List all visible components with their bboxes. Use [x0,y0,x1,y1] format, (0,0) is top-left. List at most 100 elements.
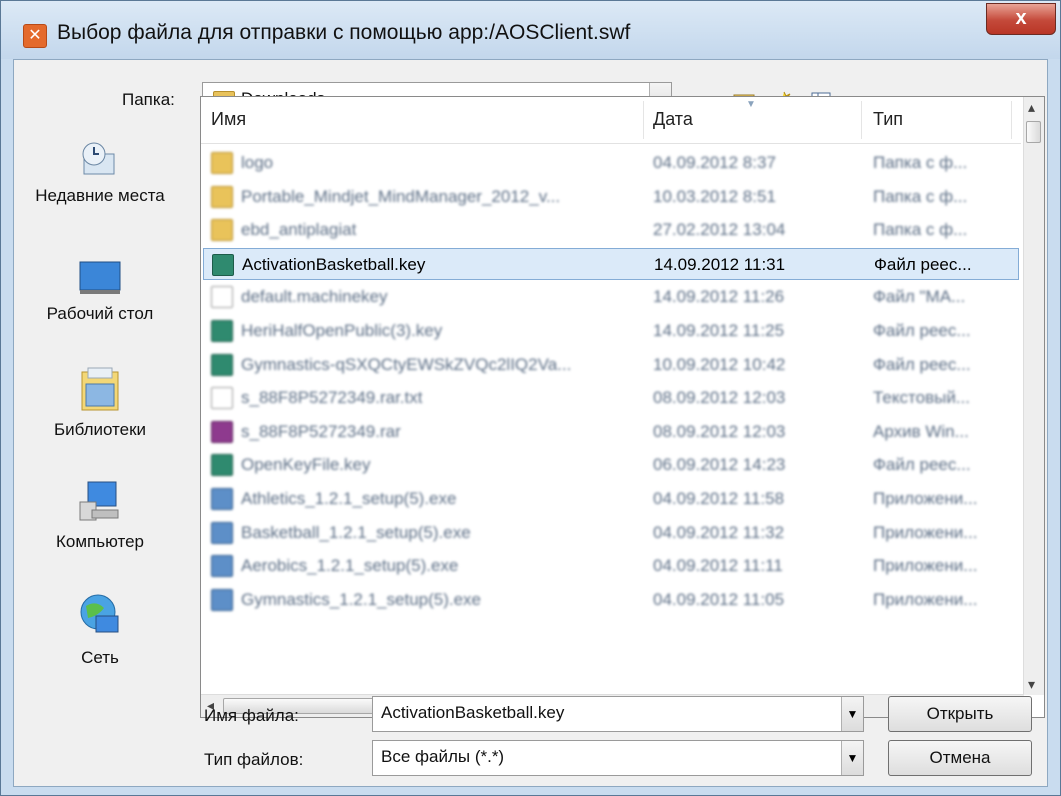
places-bar: Недавние места Рабочий стол Библиотеки К… [14,96,186,716]
file-date: 06.09.2012 14:23 [653,455,786,475]
file-row[interactable]: HeriHalfOpenPublic(3).key 14.09.2012 11:2… [203,315,1019,347]
folder-file-icon [211,219,233,242]
dialog-client: Папка: Downloads ▼ ⇐ Недавние места [13,59,1048,787]
file-name: Portable_Mindjet_MindManager_2012_v... [241,186,561,206]
file-name: logo [241,153,274,172]
file-date: 14.09.2012 11:31 [654,254,786,274]
vertical-scroll-thumb[interactable] [1026,121,1041,143]
file-name: OpenKeyFile.key [241,455,371,475]
cancel-button[interactable]: Отмена [888,740,1032,776]
file-list: Имя ▼ Дата Тип logo 04.09.2012 8:37 Папка … [200,96,1045,718]
file-row[interactable]: Portable_Mindjet_MindManager_2012_v... 10… [203,181,1019,213]
close-button[interactable]: x [986,3,1056,35]
scroll-down-icon[interactable]: ▾ [1028,676,1035,693]
column-separator[interactable] [643,101,644,139]
file-date: 04.09.2012 8:37 [653,153,776,172]
place-label: Недавние места [35,186,165,205]
exe-file-icon [211,588,233,611]
folder-file-icon [211,185,233,208]
place-label: Сеть [81,648,119,667]
file-date: 14.09.2012 11:26 [653,287,785,307]
reg-file-icon [211,353,233,376]
file-date: 04.09.2012 11:32 [653,522,785,542]
file-type: Текстовый... [873,388,970,408]
filetype-select[interactable]: Все файлы (*.*) ▼ [372,740,864,776]
file-row[interactable]: logo 04.09.2012 8:37 Папка с ф... [203,147,1019,179]
file-row[interactable]: ebd_antiplagiat 27.02.2012 13:04 Папка с ф… [203,214,1019,246]
file-name: Aerobics_1.2.1_setup(5).exe [241,556,459,576]
open-button[interactable]: Открыть [888,696,1032,732]
file-date: 04.09.2012 11:11 [653,556,783,576]
chevron-down-icon[interactable]: ▼ [841,741,863,775]
scroll-up-icon[interactable]: ▴ [1028,99,1035,116]
file-date: 27.02.2012 13:04 [653,220,786,240]
file-row[interactable]: Aerobics_1.2.1_setup(5).exe 04.09.2012 11… [203,550,1019,582]
file-type: Архив Win... [873,421,969,441]
column-name[interactable]: Имя [211,109,246,130]
file-type: Приложени... [873,556,978,576]
place-libraries[interactable]: Библиотеки [14,366,186,440]
file-type: Файл "MA... [873,287,966,307]
file-type: Папка с ф... [873,153,968,172]
file-row[interactable]: default.machinekey 14.09.2012 11:26 Файл "… [203,281,1019,313]
doc-file-icon [211,286,233,309]
filetype-label: Тип файлов: [204,750,304,769]
exe-file-icon [211,555,233,578]
reg-file-icon [211,454,233,477]
doc-file-icon [211,387,233,410]
column-date[interactable]: Дата [653,109,693,130]
window-title: Выбор файла для отправки с помощью app:/… [57,21,631,44]
place-desktop[interactable]: Рабочий стол [14,258,186,324]
column-separator[interactable] [861,101,862,139]
file-name: HeriHalfOpenPublic(3).key [241,321,443,340]
file-row[interactable]: Gymnastics-qSXQCtyEWSkZVQc2lIQ2Va... 10.0… [203,349,1019,381]
recent-places-icon [78,140,122,180]
file-name: Basketball_1.2.1_setup(5).exe [241,522,471,542]
filename-value: ActivationBasketball.key [381,703,565,722]
file-date: 10.09.2012 10:42 [653,354,786,374]
file-row[interactable]: s_88F8P5272349.rar 08.09.2012 12:03 Архив … [203,416,1019,448]
place-label: Компьютер [56,532,144,551]
column-separator[interactable] [1011,101,1012,139]
file-row[interactable]: Gymnastics_1.2.1_setup(5).exe 04.09.2012 … [203,584,1019,616]
place-label: Рабочий стол [46,304,154,323]
desktop-icon [78,258,122,298]
place-label: Библиотеки [53,420,147,439]
sort-arrow-icon: ▼ [746,99,756,110]
place-recent[interactable]: Недавние места [14,140,186,206]
chevron-down-icon[interactable]: ▼ [841,697,863,731]
file-name: Gymnastics-qSXQCtyEWSkZVQc2lIQ2Va... [241,354,572,374]
file-row[interactable]: OpenKeyFile.key 06.09.2012 14:23 Файл реес… [203,449,1019,481]
file-row[interactable]: ActivationBasketball.key 14.09.2012 11:31… [203,247,1019,280]
filetype-value: Все файлы (*.*) [381,747,505,766]
column-type[interactable]: Тип [873,109,903,130]
filename-label: Имя файла: [204,706,299,725]
reg-file-icon [212,253,234,276]
file-type: Папка с ф... [873,186,968,206]
reg-file-icon [211,320,233,342]
file-row[interactable]: Basketball_1.2.1_setup(5).exe 04.09.2012 … [203,517,1019,549]
file-type: Файл реес... [873,354,971,374]
place-computer[interactable]: Компьютер [14,478,186,552]
file-row[interactable]: s_88F8P5272349.rar.txt 08.09.2012 12:03 Те… [203,382,1019,414]
libraries-icon [78,366,122,414]
file-type: Файл реес... [873,455,971,475]
folder-file-icon [211,152,233,174]
place-network[interactable]: Сеть [14,590,186,668]
file-date: 04.09.2012 11:05 [653,589,785,609]
file-type: Файл реес... [874,254,972,274]
file-row[interactable]: Athletics_1.2.1_setup(5).exe 04.09.2012 1… [203,483,1019,515]
file-name: default.machinekey [241,287,388,307]
filename-input[interactable]: ActivationBasketball.key ▼ [372,696,864,732]
exe-file-icon [211,521,233,544]
vertical-scrollbar[interactable]: ▴ ▾ [1023,97,1044,695]
file-type: Папка с ф... [873,220,968,240]
file-name: Gymnastics_1.2.1_setup(5).exe [241,589,482,609]
file-name: Athletics_1.2.1_setup(5).exe [241,489,457,508]
file-date: 08.09.2012 12:03 [653,388,786,408]
file-date: 04.09.2012 11:58 [653,489,785,508]
file-type: Приложени... [873,589,978,609]
title-bar: ✕ Выбор файла для отправки с помощью app… [1,1,1060,59]
file-type: Приложени... [873,489,978,508]
file-date: 08.09.2012 12:03 [653,421,786,441]
